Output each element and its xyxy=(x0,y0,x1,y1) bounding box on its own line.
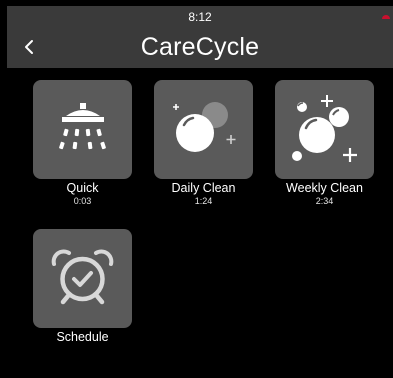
status-indicator-icon xyxy=(382,15,390,19)
program-tile-icon-box xyxy=(275,80,374,179)
program-duration: 0:03 xyxy=(73,196,92,206)
program-tile-icon-box xyxy=(154,80,253,179)
program-tile-weekly-clean[interactable]: Weekly Clean 2:34 xyxy=(275,80,375,207)
program-label: Schedule xyxy=(56,330,109,344)
carecycle-screen: 8:12 CareCycle Quick 0:03 Daily Clean 1:… xyxy=(0,0,393,378)
app-title: CareCycle xyxy=(140,33,260,61)
program-tile-icon-box xyxy=(33,80,132,179)
program-label: Daily Clean xyxy=(171,181,236,195)
status-time: 8:12 xyxy=(188,10,212,24)
program-tile-schedule[interactable]: Schedule xyxy=(33,229,133,345)
program-duration: 1:24 xyxy=(194,196,213,206)
app-header: 8:12 CareCycle xyxy=(7,6,393,68)
shower-icon xyxy=(59,103,106,150)
bubbles-icon xyxy=(173,102,236,152)
program-duration: 2:34 xyxy=(315,196,334,206)
program-tile-icon-box xyxy=(33,229,132,328)
program-label: Weekly Clean xyxy=(286,181,363,195)
bubbles-sparkle-icon xyxy=(292,95,357,162)
program-tile-daily-clean[interactable]: Daily Clean 1:24 xyxy=(154,80,254,207)
program-tile-quick[interactable]: Quick 0:03 xyxy=(33,80,133,207)
program-label: Quick xyxy=(66,181,99,195)
alarm-clock-icon xyxy=(51,249,114,305)
